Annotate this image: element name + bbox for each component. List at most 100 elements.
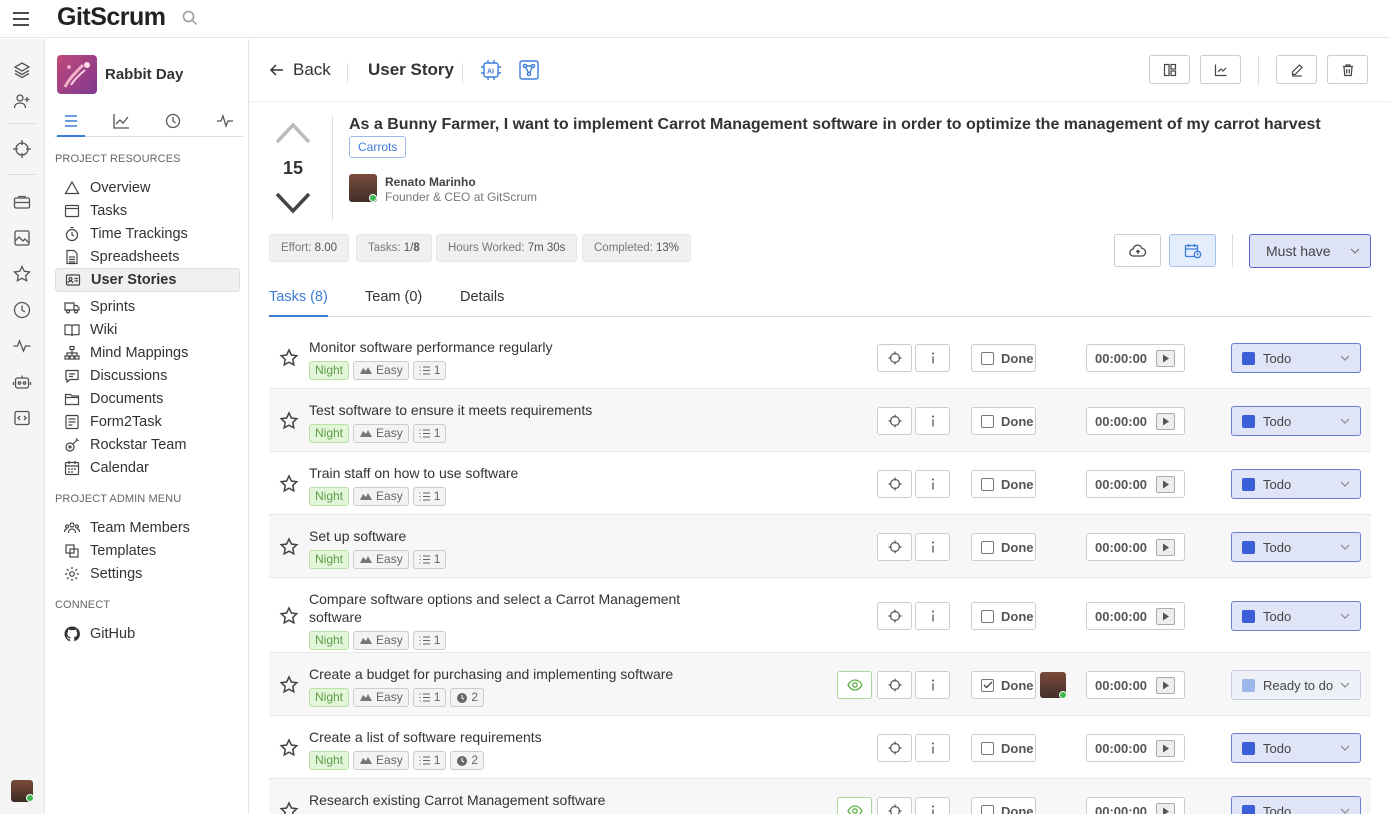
task-title[interactable]: Set up software	[309, 527, 709, 545]
subtasks-pill[interactable]: 1	[412, 487, 447, 506]
add-user-icon[interactable]	[12, 91, 32, 111]
task-title[interactable]: Monitor software performance regularly	[309, 338, 709, 356]
subtasks-pill[interactable]: 1	[412, 361, 447, 380]
task-row[interactable]: Create a list of software requirements Ni…	[269, 716, 1371, 779]
priority-select[interactable]: Must have	[1249, 234, 1371, 268]
sidebar-item-templates[interactable]: Templates	[55, 539, 240, 563]
watch-button[interactable]	[837, 671, 872, 699]
done-checkbox[interactable]: Done	[971, 797, 1036, 814]
focus-button[interactable]	[877, 734, 912, 762]
info-button[interactable]	[915, 797, 950, 814]
app-logo[interactable]: GitScrum	[57, 3, 166, 32]
tag-pill[interactable]: Night	[309, 631, 350, 650]
edit-button[interactable]	[1276, 55, 1317, 84]
task-row[interactable]: Test software to ensure it meets require…	[269, 389, 1371, 452]
done-checkbox[interactable]: Done	[971, 671, 1036, 699]
info-button[interactable]	[915, 734, 950, 762]
sidebar-item-spreadsheets[interactable]: Spreadsheets	[55, 245, 240, 269]
delete-button[interactable]	[1327, 55, 1368, 84]
activity-icon[interactable]	[12, 336, 32, 356]
hamburger-menu-icon[interactable]	[11, 9, 31, 29]
play-icon[interactable]	[1156, 607, 1175, 625]
sidebar-item-documents[interactable]: Documents	[55, 387, 240, 411]
effort-pill[interactable]: Easy	[353, 487, 409, 506]
status-select[interactable]: Ready to do	[1231, 670, 1361, 700]
task-row[interactable]: Compare software options and select a Ca…	[269, 578, 1371, 653]
cloud-upload-button[interactable]	[1114, 234, 1161, 267]
play-icon[interactable]	[1156, 802, 1175, 814]
sidebar-item-rockstar-team[interactable]: Rockstar Team	[55, 433, 240, 457]
image-board-icon[interactable]	[12, 228, 32, 248]
star-icon[interactable]	[279, 537, 299, 557]
tag-pill[interactable]: Night	[309, 688, 350, 707]
done-checkbox[interactable]: Done	[971, 407, 1036, 435]
crosshair-icon[interactable]	[12, 139, 32, 159]
search-icon[interactable]	[181, 9, 199, 27]
sidebar-item-form2task[interactable]: Form2Task	[55, 410, 240, 434]
star-icon[interactable]	[279, 348, 299, 368]
task-row[interactable]: Set up software Night Easy 1 Done 00:00:00 Tod…	[269, 515, 1371, 578]
focus-button[interactable]	[877, 470, 912, 498]
done-checkbox[interactable]: Done	[971, 344, 1036, 372]
status-select[interactable]: Todo	[1231, 343, 1361, 373]
status-select[interactable]: Todo	[1231, 469, 1361, 499]
story-tag[interactable]: Carrots	[349, 136, 407, 158]
status-select[interactable]: Todo	[1231, 406, 1361, 436]
tab-menu-list[interactable]	[57, 111, 85, 137]
focus-button[interactable]	[877, 344, 912, 372]
code-window-icon[interactable]	[12, 408, 32, 428]
info-button[interactable]	[915, 344, 950, 372]
sidebar-item-time-trackings[interactable]: Time Trackings	[55, 222, 240, 246]
focus-button[interactable]	[877, 407, 912, 435]
sidebar-item-team-members[interactable]: Team Members	[55, 516, 240, 540]
task-row[interactable]: Create a budget for purchasing and imple…	[269, 653, 1371, 716]
project-logo[interactable]	[57, 55, 97, 94]
star-icon[interactable]	[279, 738, 299, 758]
effort-pill[interactable]: Easy	[353, 631, 409, 650]
tag-pill[interactable]: Night	[309, 361, 350, 380]
task-title[interactable]: Test software to ensure it meets require…	[309, 401, 709, 419]
sidebar-item-wiki[interactable]: Wiki	[55, 318, 240, 342]
focus-button[interactable]	[877, 671, 912, 699]
task-row[interactable]: Train staff on how to use software Night E…	[269, 452, 1371, 515]
board-view-button[interactable]	[1149, 55, 1190, 84]
tag-pill[interactable]: Night	[309, 424, 350, 443]
done-checkbox[interactable]: Done	[971, 734, 1036, 762]
subtasks-pill[interactable]: 1	[412, 550, 447, 569]
status-select[interactable]: Todo	[1231, 601, 1361, 631]
sidebar-item-github[interactable]: GitHub	[55, 622, 240, 646]
subtasks-pill[interactable]: 1	[412, 424, 447, 443]
workflow-icon[interactable]	[518, 59, 540, 81]
sidebar-item-settings[interactable]: Settings	[55, 562, 240, 586]
task-row[interactable]: Research existing Carrot Management soft…	[269, 779, 1371, 814]
info-button[interactable]	[915, 407, 950, 435]
task-row[interactable]: Monitor software performance regularly Ni…	[269, 326, 1371, 389]
subtasks-pill[interactable]: 1	[412, 631, 447, 650]
layers-icon[interactable]	[12, 60, 32, 80]
upvote-icon[interactable]	[272, 118, 314, 148]
time-entries-pill[interactable]: 2	[450, 688, 485, 707]
task-title[interactable]: Research existing Carrot Management soft…	[309, 791, 709, 809]
play-icon[interactable]	[1156, 412, 1175, 430]
status-select[interactable]: Todo	[1231, 733, 1361, 763]
play-icon[interactable]	[1156, 676, 1175, 694]
tab-activity[interactable]	[213, 111, 237, 131]
tag-pill[interactable]: Night	[309, 487, 350, 506]
info-button[interactable]	[915, 533, 950, 561]
tab-tasks[interactable]: Tasks (8)	[269, 289, 328, 317]
schedule-button[interactable]	[1169, 234, 1216, 267]
done-checkbox[interactable]: Done	[971, 602, 1036, 630]
sidebar-item-sprints[interactable]: Sprints	[55, 295, 240, 319]
done-checkbox[interactable]: Done	[971, 470, 1036, 498]
sidebar-item-tasks[interactable]: Tasks	[55, 199, 240, 223]
chart-view-button[interactable]	[1200, 55, 1241, 84]
star-icon[interactable]	[12, 264, 32, 284]
focus-button[interactable]	[877, 533, 912, 561]
watch-button[interactable]	[837, 797, 872, 814]
subtasks-pill[interactable]: 1	[412, 688, 447, 707]
sidebar-item-mind-mappings[interactable]: Mind Mappings	[55, 341, 240, 365]
robot-icon[interactable]	[12, 372, 32, 392]
tab-team[interactable]: Team (0)	[365, 289, 422, 305]
time-entries-pill[interactable]: 2	[450, 751, 485, 770]
sidebar-item-user-stories[interactable]: User Stories	[55, 268, 240, 292]
